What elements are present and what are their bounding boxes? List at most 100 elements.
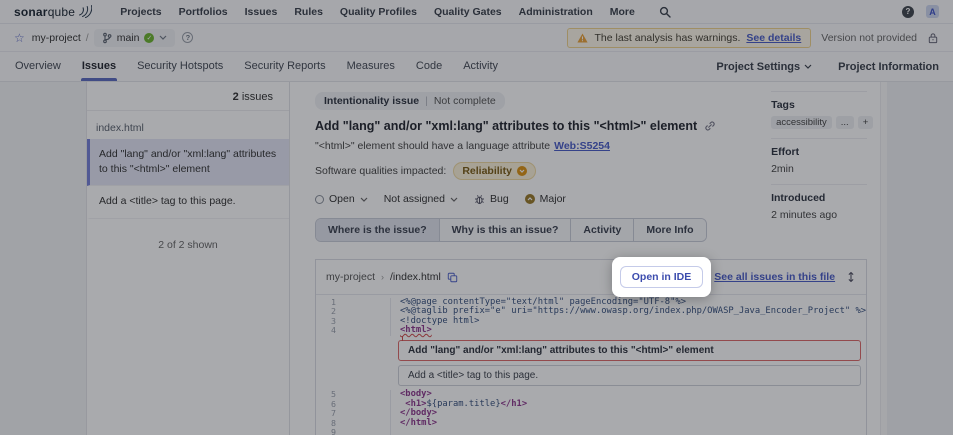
introduced-label: Introduced bbox=[771, 192, 826, 204]
code-line[interactable]: 9 bbox=[316, 427, 866, 435]
detail-tab-why-is-this-an-issue[interactable]: Why is this an issue? bbox=[439, 219, 572, 241]
issue-list-item[interactable]: Add a <title> tag to this page. bbox=[87, 186, 289, 220]
project-settings-menu[interactable]: Project Settings bbox=[716, 61, 812, 73]
detail-tab-activity[interactable]: Activity bbox=[571, 219, 635, 241]
inline-issue-secondary[interactable]: Add a <title> tag to this page. bbox=[398, 365, 862, 387]
file-group-label: index.html bbox=[96, 122, 144, 134]
project-information-button[interactable]: Project Information bbox=[838, 61, 939, 73]
rule-key-link[interactable]: Web:S5254 bbox=[554, 140, 610, 152]
introduced-section: Introduced 2 minutes ago bbox=[771, 192, 867, 230]
branch-name: main bbox=[116, 31, 140, 44]
issue-title: Add "lang" and/or "xml:lang" attributes … bbox=[315, 119, 698, 133]
code-line[interactable]: 4 <html> bbox=[316, 325, 866, 336]
tag-accessibility[interactable]: accessibility bbox=[771, 116, 832, 129]
content-area: 2 issues index.html Add "lang" and/or "x… bbox=[0, 82, 953, 435]
nav-item-more[interactable]: More bbox=[610, 6, 635, 18]
issues-count: 2 issues bbox=[87, 82, 289, 111]
tab-overview[interactable]: Overview bbox=[14, 52, 62, 81]
sonarqube-logo[interactable]: sonarqube bbox=[14, 4, 93, 19]
favorite-star-icon[interactable]: ☆ bbox=[14, 32, 25, 44]
status-open-icon bbox=[315, 194, 324, 204]
code-line[interactable]: 7 </body> bbox=[316, 408, 866, 419]
add-tag-button[interactable]: + bbox=[857, 116, 874, 129]
user-avatar[interactable]: A bbox=[926, 5, 939, 18]
software-qualities-row: Software qualities impacted: Reliability bbox=[315, 162, 753, 180]
branch-icon bbox=[102, 32, 112, 44]
rule-description: "<html>" element should have a language … bbox=[315, 140, 610, 152]
logo-text-light: qube bbox=[47, 4, 76, 19]
tab-security-reports[interactable]: Security Reports bbox=[243, 52, 326, 81]
code-line[interactable]: 6 <h1>${param.title}</h1> bbox=[316, 399, 866, 410]
breadcrumb-project-name[interactable]: my-project bbox=[326, 271, 375, 283]
line-number: 3 bbox=[316, 316, 391, 327]
assignee-dropdown[interactable]: Not assigned bbox=[384, 193, 458, 205]
expand-vertically-icon[interactable] bbox=[846, 271, 856, 283]
attribute-category: Intentionality issue bbox=[324, 95, 420, 107]
nav-item-projects[interactable]: Projects bbox=[120, 6, 161, 18]
tab-code[interactable]: Code bbox=[415, 52, 443, 81]
permalink-icon[interactable] bbox=[704, 120, 716, 132]
effort-section: Effort 2min bbox=[771, 146, 868, 185]
copy-path-icon[interactable] bbox=[447, 272, 458, 283]
breadcrumb-project[interactable]: my-project bbox=[32, 32, 81, 44]
code-line[interactable]: 3 <!doctype html> bbox=[316, 316, 866, 327]
see-details-link[interactable]: See details bbox=[746, 32, 801, 44]
issues-list: Add "lang" and/or "xml:lang" attributes … bbox=[87, 139, 289, 220]
help-icon[interactable]: ? bbox=[902, 5, 914, 18]
line-number: 4 bbox=[316, 325, 391, 336]
branch-selector[interactable]: main ✓ bbox=[93, 28, 176, 47]
breadcrumb-file-name[interactable]: /index.html bbox=[390, 271, 441, 283]
nav-item-administration[interactable]: Administration bbox=[519, 6, 593, 18]
quality-gate-pass-icon: ✓ bbox=[144, 32, 155, 43]
code-line[interactable]: 2 <%@taglib prefix="e" uri="https://www.o… bbox=[316, 306, 866, 317]
see-all-issues-link[interactable]: See all issues in this file bbox=[714, 271, 835, 283]
tab-activity[interactable]: Activity bbox=[462, 52, 499, 81]
tags-section: Tags accessibility ... + bbox=[771, 99, 874, 139]
detail-tab-more-info[interactable]: More Info bbox=[634, 219, 706, 241]
nav-item-quality-gates[interactable]: Quality Gates bbox=[434, 6, 502, 18]
tab-issues[interactable]: Issues bbox=[80, 52, 118, 81]
main-nav: Projects Portfolios Issues Rules Quality Pro… bbox=[120, 6, 635, 18]
attribute-value: Not complete bbox=[433, 95, 496, 107]
search-icon bbox=[659, 6, 671, 18]
warning-triangle-icon bbox=[577, 33, 589, 43]
tab-security-hotspots[interactable]: Security Hotspots bbox=[136, 52, 224, 81]
detail-tab-where-is-the-issue[interactable]: Where is the issue? bbox=[316, 219, 440, 241]
line-number: 5 bbox=[316, 390, 391, 400]
tab-measures[interactable]: Measures bbox=[346, 52, 396, 81]
chevron-down-icon bbox=[804, 64, 812, 69]
tabbar-right: Project Settings Project Information bbox=[716, 61, 939, 73]
inline-issue-selected[interactable]: Add "lang" and/or "xml:lang" attributes … bbox=[398, 335, 862, 362]
issue-list-item[interactable]: Add "lang" and/or "xml:lang" attributes … bbox=[87, 139, 289, 187]
nav-item-rules[interactable]: Rules bbox=[294, 6, 323, 18]
lock-icon bbox=[927, 32, 939, 44]
tags-overflow[interactable]: ... bbox=[835, 116, 854, 129]
status-dropdown[interactable]: Open bbox=[315, 193, 368, 205]
chevron-down-icon bbox=[450, 197, 458, 202]
medium-impact-icon bbox=[516, 166, 527, 176]
nav-item-quality-profiles[interactable]: Quality Profiles bbox=[340, 6, 417, 18]
code-line[interactable]: 8 </html> bbox=[316, 418, 866, 429]
top-nav: sonarqube Projects Portfolios Issues Rules Q… bbox=[0, 0, 953, 24]
introduced-value: 2 minutes ago bbox=[771, 209, 838, 221]
issue-details: Intentionality issue | Not complete Add … bbox=[315, 91, 771, 242]
line-number: 2 bbox=[316, 306, 391, 317]
reliability-badge[interactable]: Reliability bbox=[453, 162, 536, 180]
issue-type: Bug bbox=[474, 193, 509, 205]
issue-detail-tabs: Where is the issue? Why is this an issue?… bbox=[315, 218, 707, 242]
issue-severity: Major bbox=[524, 193, 566, 205]
branch-help-icon[interactable]: ? bbox=[182, 32, 194, 43]
nav-item-portfolios[interactable]: Portfolios bbox=[179, 6, 228, 18]
project-tabbar: Overview Issues Security Hotspots Security … bbox=[0, 52, 953, 82]
clean-code-attribute-pill[interactable]: Intentionality issue | Not complete bbox=[315, 92, 505, 110]
code-line[interactable]: 5 <body> bbox=[316, 390, 866, 400]
breadcrumb-separator: / bbox=[85, 31, 89, 44]
scrollbar-gutter[interactable] bbox=[880, 82, 888, 435]
tags-label: Tags bbox=[771, 99, 795, 111]
major-severity-icon bbox=[524, 194, 535, 204]
search-button[interactable] bbox=[659, 6, 671, 18]
open-in-ide-button[interactable]: Open in IDE bbox=[619, 266, 704, 288]
code-viewer: my-project › /index.html Open in IDE See… bbox=[315, 257, 868, 435]
bug-icon bbox=[474, 194, 485, 205]
nav-item-issues[interactable]: Issues bbox=[245, 6, 278, 18]
